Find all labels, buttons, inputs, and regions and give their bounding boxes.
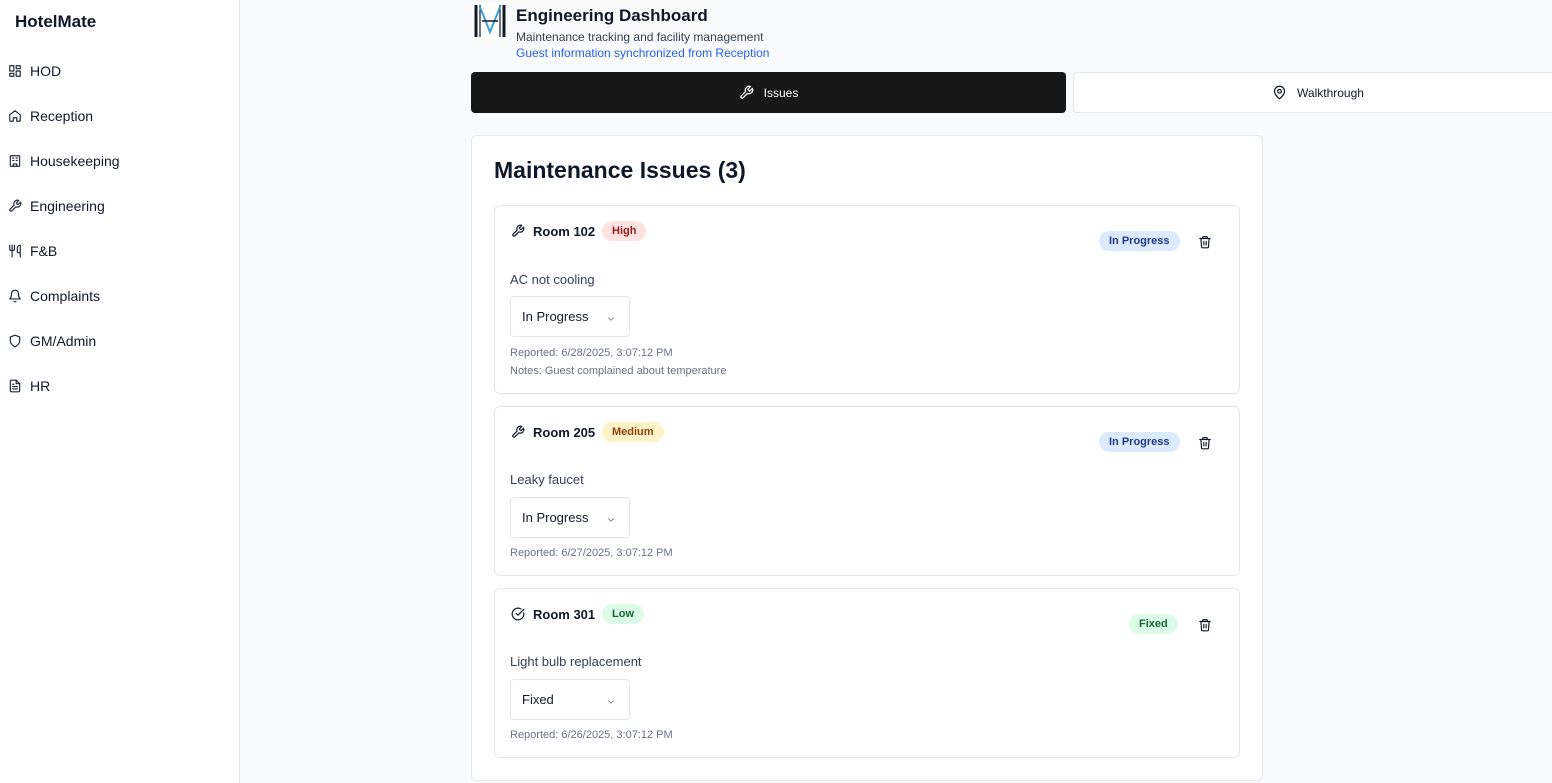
tab-label: Issues: [763, 85, 799, 100]
tab-label: Walkthrough: [1297, 85, 1364, 100]
wrench-icon: [8, 199, 22, 213]
issue-card: Room 205 Medium In Progress Leaky faucet…: [494, 406, 1240, 576]
trash-icon: [1199, 236, 1211, 249]
sidebar-item-label: GM/Admin: [30, 333, 97, 349]
bell-icon: [8, 289, 22, 303]
sidebar-item-label: Complaints: [30, 288, 101, 304]
hm-logo: [472, 2, 508, 40]
sidebar-item-label: Reception: [30, 108, 94, 124]
sidebar-item-label: HR: [30, 378, 51, 394]
room-number: Room 301: [533, 607, 596, 622]
status-badge: In Progress: [1099, 432, 1180, 452]
sidebar-item-hr[interactable]: HR: [0, 371, 239, 401]
check-circle-icon: [511, 607, 525, 621]
sync-note: Guest information synchronized from Rece…: [516, 46, 770, 60]
issues-panel: Maintenance Issues (3) Room 102 High In …: [471, 135, 1263, 781]
chevron-down-icon: [606, 312, 616, 322]
delete-button[interactable]: [1198, 436, 1212, 450]
wrench-icon: [511, 224, 525, 238]
priority-badge: High: [602, 221, 647, 241]
issue-description: Light bulb replacement: [510, 654, 642, 669]
issue-description: AC not cooling: [510, 272, 595, 287]
chevron-down-icon: [606, 695, 616, 705]
status-select[interactable]: Fixed: [510, 679, 630, 720]
wrench-icon: [739, 85, 764, 100]
priority-badge: Low: [602, 604, 644, 624]
reported-time: Reported: 6/26/2025, 3:07:12 PM: [510, 729, 673, 741]
home-icon: [8, 109, 22, 123]
layout-grid-icon: [8, 64, 22, 78]
brand-title: HotelMate: [15, 12, 97, 31]
sidebar-item-complaints[interactable]: Complaints: [0, 281, 239, 311]
sidebar-item-label: F&B: [30, 243, 58, 259]
issue-card: Room 301 Low Fixed Light bulb replacemen…: [494, 588, 1240, 758]
delete-button[interactable]: [1198, 235, 1212, 249]
sidebar-item-gm-admin[interactable]: GM/Admin: [0, 326, 239, 356]
tab-issues[interactable]: Issues: [471, 72, 1066, 113]
file-text-icon: [8, 379, 22, 393]
chevron-down-icon: [606, 513, 616, 523]
page-subtitle: Maintenance tracking and facility manage…: [516, 30, 764, 44]
status-select-value: Fixed: [522, 692, 554, 707]
status-badge: In Progress: [1099, 231, 1180, 251]
wrench-icon: [511, 425, 525, 439]
sidebar-item-reception[interactable]: Reception: [0, 101, 239, 131]
room-number: Room 102: [533, 224, 596, 239]
trash-icon: [1199, 437, 1211, 450]
tab-walkthrough[interactable]: Walkthrough: [1073, 72, 1552, 113]
priority-badge: Medium: [602, 422, 664, 442]
sidebar-item-engineering[interactable]: Engineering: [0, 191, 239, 221]
room-number: Room 205: [533, 425, 596, 440]
sidebar-item-label: Housekeeping: [30, 153, 120, 169]
issue-description: Leaky faucet: [510, 472, 584, 487]
reported-time: Reported: 6/28/2025, 3:07:12 PM: [510, 347, 673, 359]
status-badge: Fixed: [1129, 614, 1178, 634]
sidebar-item-fnb[interactable]: F&B: [0, 236, 239, 266]
map-pin-icon: [1272, 85, 1297, 100]
status-select[interactable]: In Progress: [510, 497, 630, 538]
sidebar-item-label: Engineering: [30, 198, 105, 214]
sidebar-nav: HOD Reception Housekeeping Engineering F…: [0, 56, 239, 416]
status-select-value: In Progress: [522, 510, 589, 525]
delete-button[interactable]: [1198, 618, 1212, 632]
sidebar-item-label: HOD: [30, 63, 62, 79]
issue-notes: Notes: Guest complained about temperatur…: [510, 365, 727, 377]
shield-icon: [8, 334, 22, 348]
utensils-icon: [8, 244, 22, 258]
sidebar: HotelMate HOD Reception Housekeeping Eng…: [0, 0, 240, 783]
trash-icon: [1199, 619, 1211, 632]
page-title: Engineering Dashboard: [516, 6, 708, 25]
status-select-value: In Progress: [522, 309, 589, 324]
panel-title: Maintenance Issues (3): [494, 157, 746, 183]
sidebar-item-hod[interactable]: HOD: [0, 56, 239, 86]
status-select[interactable]: In Progress: [510, 296, 630, 337]
issue-card: Room 102 High In Progress AC not cooling…: [494, 205, 1240, 394]
building-icon: [8, 154, 22, 168]
sidebar-item-housekeeping[interactable]: Housekeeping: [0, 146, 239, 176]
reported-time: Reported: 6/27/2025, 3:07:12 PM: [510, 547, 673, 559]
